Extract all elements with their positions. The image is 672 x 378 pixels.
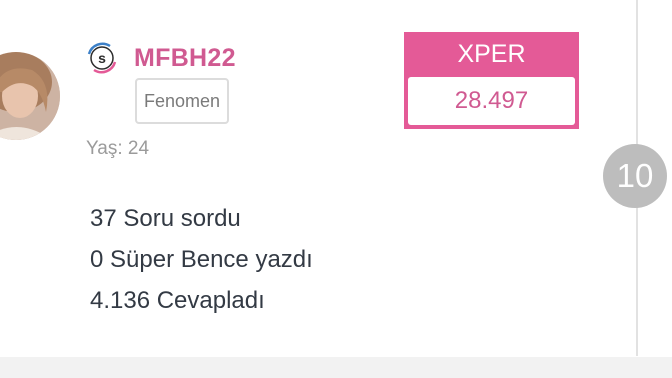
avatar-photo-icon [0, 52, 60, 140]
xper-value: 28.497 [408, 77, 575, 125]
questions-asked-stat[interactable]: 37 Soru sordu [90, 198, 313, 239]
section-separator [0, 357, 672, 378]
xper-label: XPER [457, 40, 526, 68]
profile-card: s MFBH22 Fenomen Yaş: 24 XPER 28.497 10 … [0, 0, 672, 378]
username-link[interactable]: MFBH22 [134, 44, 236, 73]
svg-text:s: s [98, 50, 106, 66]
avatar[interactable] [0, 52, 60, 140]
xper-panel: XPER 28.497 [404, 32, 579, 129]
s-badge-icon: s [87, 42, 117, 74]
rank-counter-badge: 10 [603, 144, 667, 208]
age-text: Yaş: 24 [86, 138, 150, 159]
super-opinions-stat[interactable]: 0 Süper Bence yazdı [90, 239, 313, 280]
user-stats: 37 Soru sordu 0 Süper Bence yazdı 4.136 … [90, 198, 313, 321]
answers-stat[interactable]: 4.136 Cevapladı [90, 280, 313, 321]
rank-badge: Fenomen [135, 78, 229, 124]
